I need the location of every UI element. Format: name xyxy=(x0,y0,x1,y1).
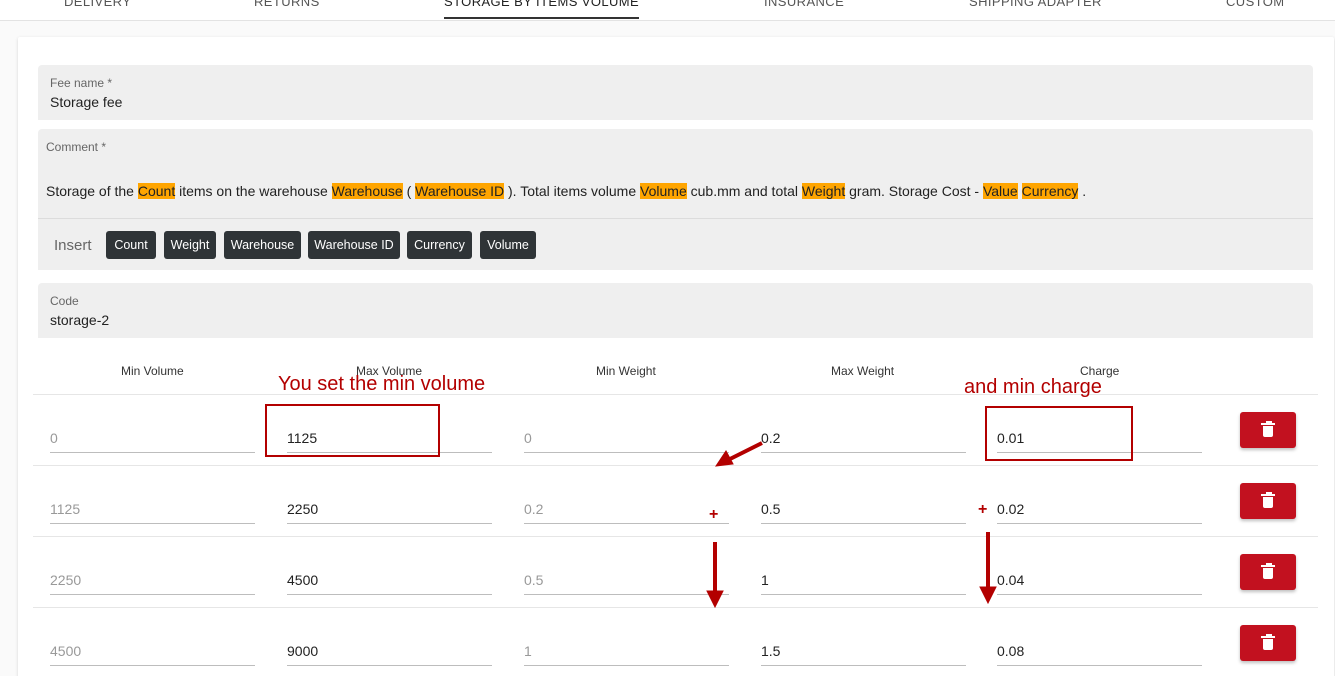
arrow-diagonal-icon xyxy=(729,441,763,461)
arrowhead-icon xyxy=(714,450,734,467)
arrowhead-icon xyxy=(706,590,724,609)
arrowhead-icon xyxy=(979,586,997,605)
annotation-arrows xyxy=(706,441,997,609)
